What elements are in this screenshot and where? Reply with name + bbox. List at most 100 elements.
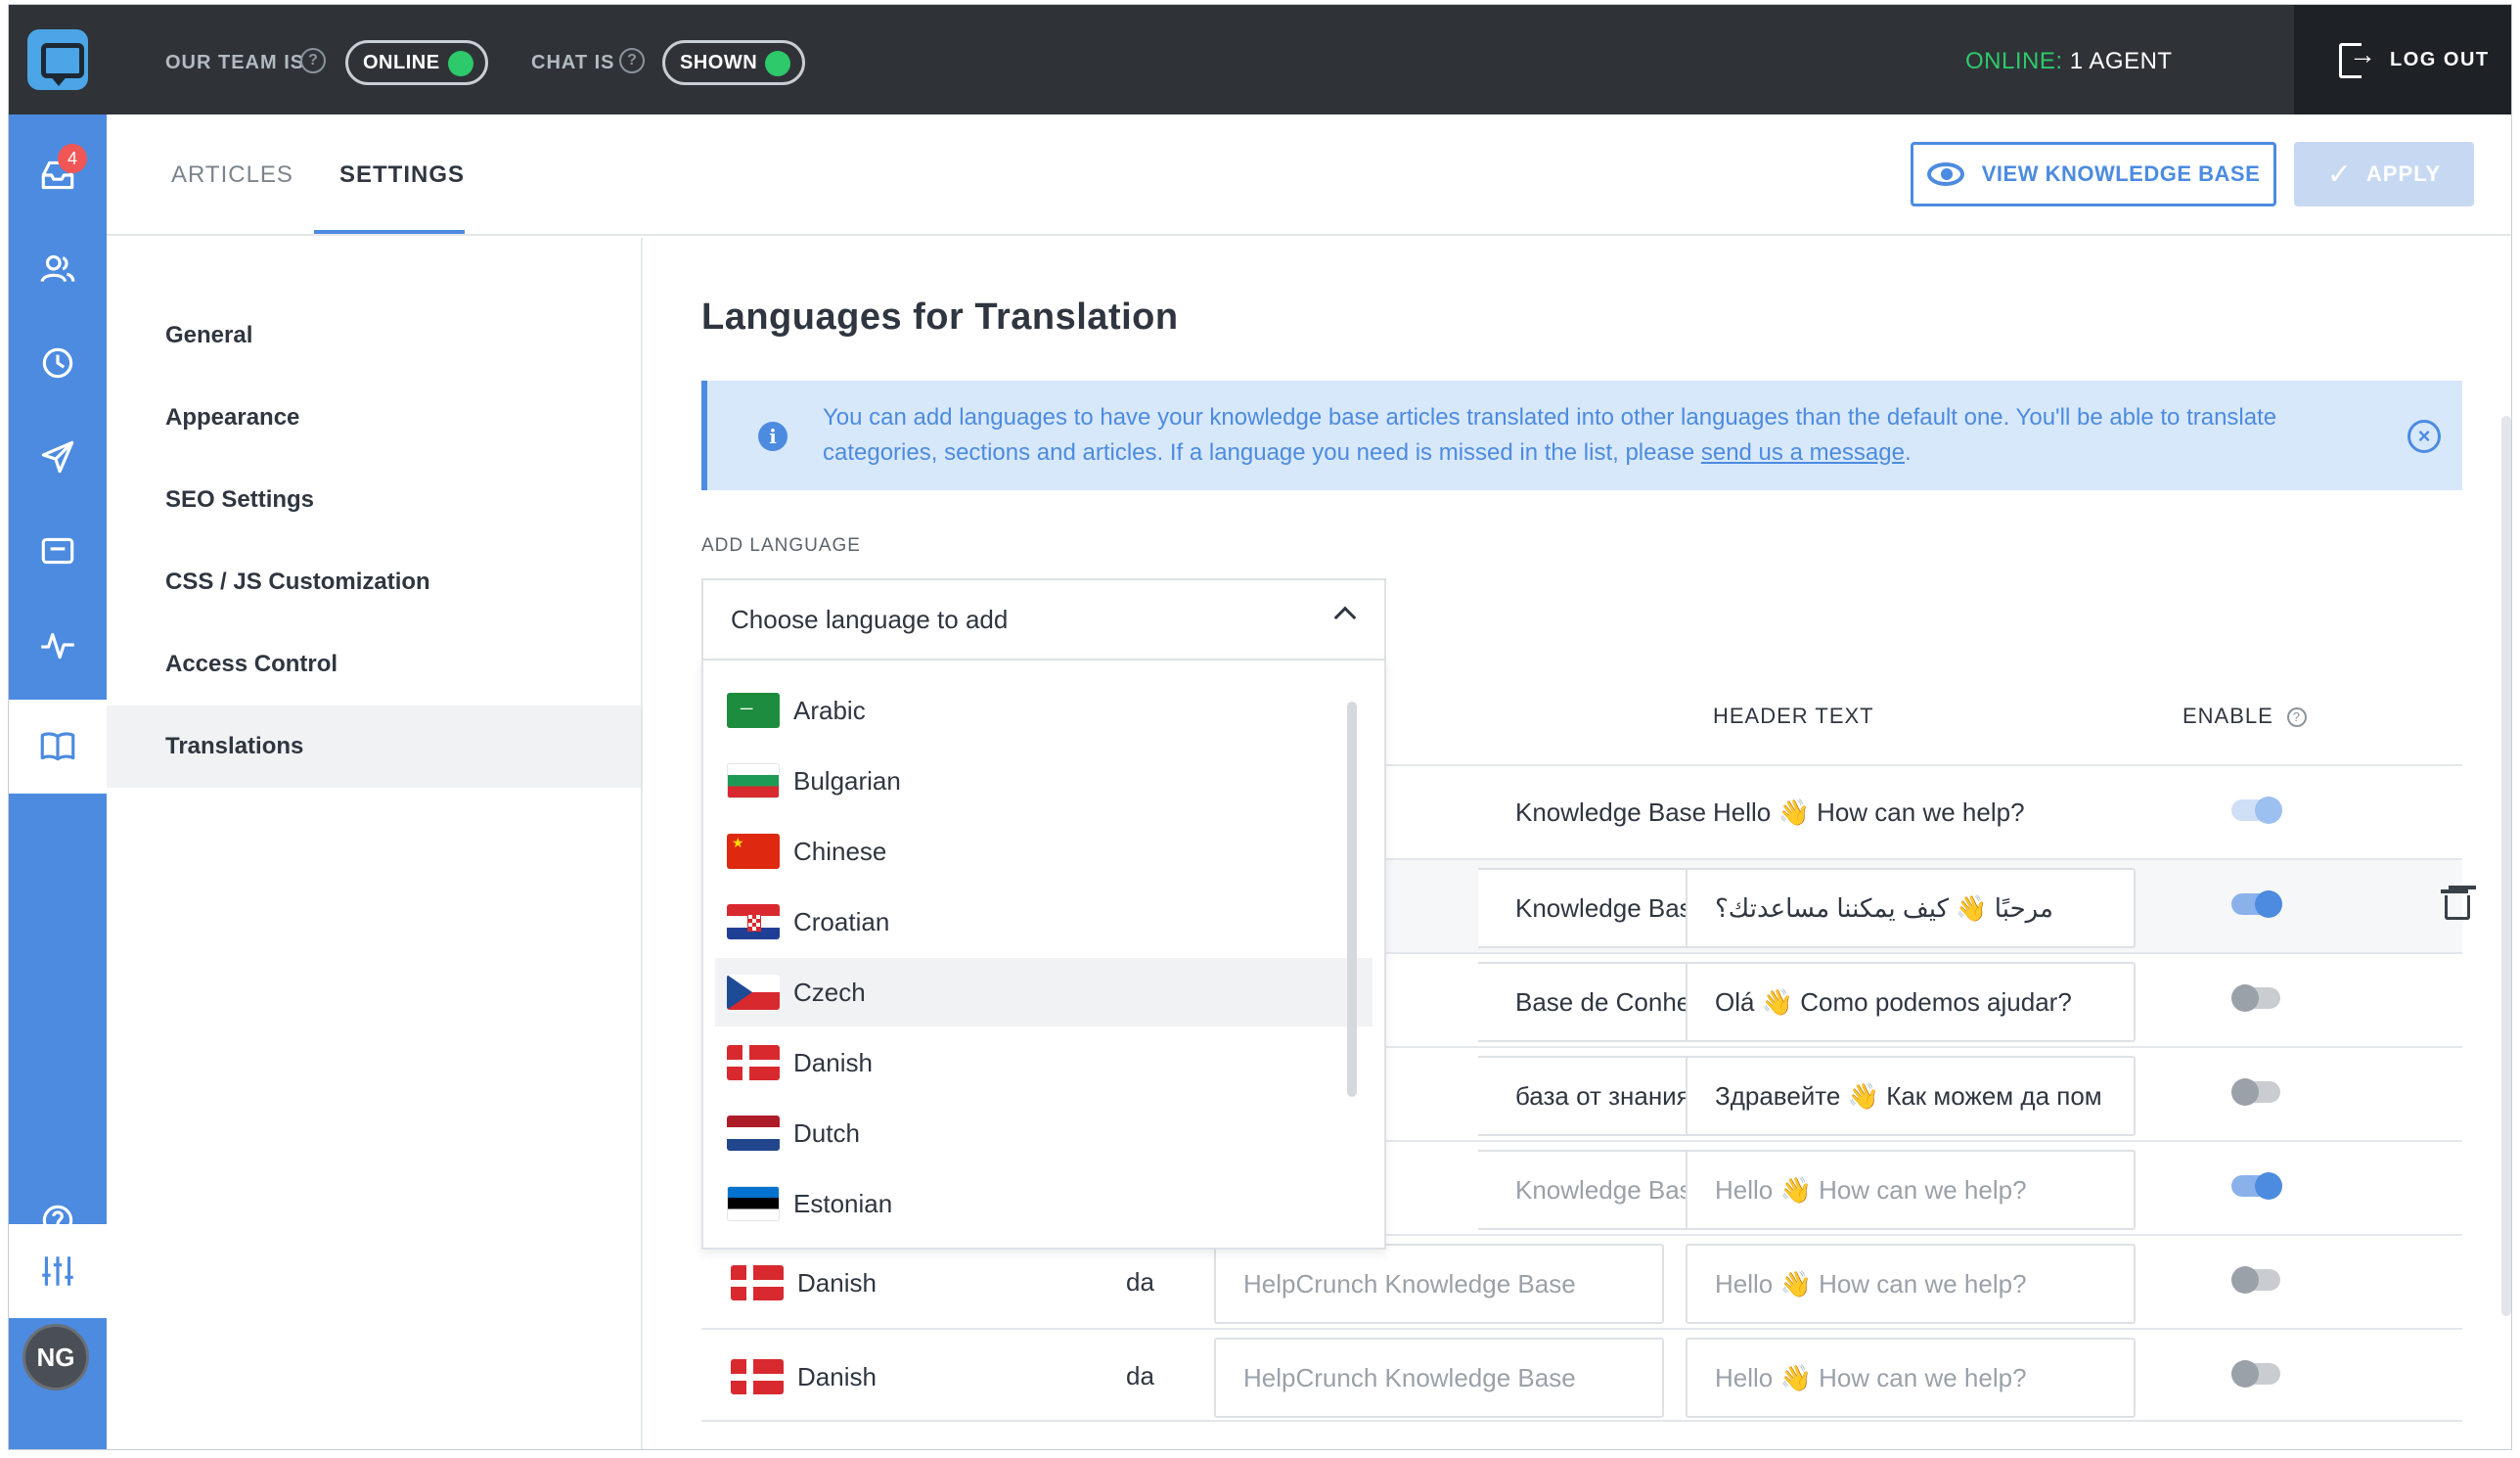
shown-dot-icon [765, 51, 791, 76]
option-arabic[interactable]: Arabic [715, 676, 1372, 745]
enable-toggle[interactable] [2231, 1360, 2280, 1388]
option-dutch[interactable]: Dutch [715, 1099, 1372, 1167]
option-label: Croatian [793, 906, 890, 936]
app-window: OUR TEAM IS ? ONLINE CHAT IS ? SHOWN ONL… [8, 4, 2512, 1450]
option-chinese[interactable]: Chinese [715, 817, 1372, 886]
option-estonian[interactable]: Estonian [715, 1169, 1372, 1238]
option-label: Danish [793, 1047, 873, 1077]
view-knowledge-base-button[interactable]: VIEW KNOWLEDGE BASE [1911, 142, 2276, 206]
apply-button[interactable]: ✓ APPLY [2294, 142, 2474, 206]
team-help-icon[interactable]: ? [300, 48, 326, 73]
chat-shown-toggle[interactable]: SHOWN [662, 40, 806, 85]
option-bulgarian[interactable]: Bulgarian [715, 747, 1372, 815]
header-text-input[interactable]: Hello 👋 How can we help? [1686, 1150, 2136, 1230]
czech-flag-icon [727, 975, 780, 1010]
header-text-input[interactable]: Здравейте 👋 Как можем да пом [1686, 1056, 2136, 1136]
header-text-value: Hello 👋 How can we help? [1713, 797, 2025, 827]
enable-toggle[interactable] [2231, 1172, 2282, 1200]
enable-column-label: ENABLE [2182, 704, 2273, 728]
nav-knowledge-base[interactable] [9, 700, 107, 794]
tab-articles[interactable]: ARTICLES [171, 161, 293, 189]
check-icon: ✓ [2326, 158, 2353, 191]
nav-widget[interactable] [9, 504, 107, 598]
nav-inbox[interactable]: 4 [9, 128, 107, 222]
avatar[interactable]: NG [22, 1324, 89, 1390]
clock-icon [42, 347, 73, 379]
settings-menu: General Appearance SEO Settings CSS / JS… [107, 238, 643, 1449]
settings-item-css-js[interactable]: CSS / JS Customization [107, 541, 641, 623]
nav-campaigns[interactable] [9, 410, 107, 504]
header-text-column: HEADER TEXT [1713, 704, 1874, 728]
kb-name-input[interactable]: Knowledge Base [1478, 868, 1691, 948]
info-text: You can add languages to have your knowl… [823, 400, 2310, 471]
kb-name-input[interactable]: база от знания [1478, 1056, 1691, 1136]
option-label: Arabic [793, 695, 866, 725]
book-icon [40, 732, 75, 761]
team-online-toggle[interactable]: ONLINE [345, 40, 488, 85]
logo[interactable] [9, 5, 107, 114]
chat-logo-icon [27, 29, 88, 90]
online-label: ONLINE: [1965, 48, 2063, 74]
chat-status-label: CHAT IS [531, 52, 615, 73]
language-code: da [1126, 1267, 1154, 1297]
chevron-up-icon [1333, 606, 1357, 629]
online-agents-count: ONLINE: 1 AGENT [1965, 48, 2173, 75]
option-label: Czech [793, 977, 866, 1007]
kb-name-input[interactable]: HelpCrunch Knowledge Base [1214, 1338, 1664, 1418]
dropdown-scrollbar[interactable] [1347, 702, 1357, 1097]
language-code: da [1126, 1361, 1154, 1390]
close-icon[interactable]: × [2408, 420, 2441, 453]
option-croatian[interactable]: Croatian [715, 888, 1372, 956]
settings-item-seo[interactable]: SEO Settings [107, 459, 641, 541]
croatian-flag-icon [727, 904, 780, 939]
enable-toggle[interactable] [2231, 984, 2280, 1012]
enable-help-icon[interactable]: ? [2286, 706, 2307, 727]
header-text-input[interactable]: مرحبًا 👋 كيف يمكننا مساعدتك؟ [1686, 868, 2136, 948]
enable-toggle[interactable] [2231, 1078, 2280, 1106]
nav-analytics[interactable] [9, 598, 107, 692]
sliders-icon [42, 1256, 73, 1286]
nav-settings[interactable] [9, 1224, 107, 1318]
danish-flag-icon [731, 1265, 784, 1300]
delete-icon[interactable] [2441, 888, 2470, 920]
translations-panel: Languages for Translation i You can add … [645, 238, 2511, 1449]
tab-settings[interactable]: SETTINGS [339, 161, 465, 189]
option-czech[interactable]: Czech [715, 958, 1372, 1026]
header-text-input[interactable]: Hello 👋 How can we help? [1686, 1244, 2136, 1324]
language-cell: Danish [731, 1265, 877, 1300]
page-title: Languages for Translation [701, 296, 1179, 338]
logout-button[interactable]: LOG OUT [2294, 5, 2511, 114]
enable-toggle[interactable] [2231, 890, 2282, 918]
enable-toggle[interactable] [2231, 1266, 2280, 1294]
team-status-value: ONLINE [363, 51, 440, 73]
kb-name-input[interactable]: HelpCrunch Knowledge Base [1214, 1244, 1664, 1324]
kb-tabs-header: ARTICLES SETTINGS VIEW KNOWLEDGE BASE ✓ … [107, 114, 2511, 236]
header-text-input[interactable]: Olá 👋 Como podemos ajudar? [1686, 962, 2136, 1042]
kb-name-input[interactable]: Base de Conhecimen [1478, 962, 1691, 1042]
enable-toggle[interactable] [2231, 797, 2282, 824]
chat-help-icon[interactable]: ? [619, 48, 645, 73]
header-text-input[interactable]: Hello 👋 How can we help? [1686, 1338, 2136, 1418]
option-danish[interactable]: Danish [715, 1028, 1372, 1097]
bulgarian-flag-icon [727, 763, 780, 798]
chat-status-value: SHOWN [680, 51, 758, 73]
chinese-flag-icon [727, 834, 780, 869]
option-label: Estonian [793, 1188, 893, 1218]
add-language-label: ADD LANGUAGE [701, 535, 861, 556]
info-body: You can add languages to have your knowl… [823, 404, 2277, 466]
info-icon: i [758, 422, 788, 451]
language-options-list: Arabic Bulgarian Chinese Croatian Czech … [701, 659, 1386, 1250]
nav-contacts[interactable] [9, 222, 107, 316]
kb-name-input[interactable]: Knowledge Base [1478, 1150, 1691, 1230]
settings-item-appearance[interactable]: Appearance [107, 377, 641, 459]
settings-item-translations[interactable]: Translations [107, 706, 641, 788]
apply-label: APPLY [2365, 161, 2442, 186]
settings-item-general[interactable]: General [107, 295, 641, 377]
estonian-flag-icon [727, 1186, 780, 1221]
top-bar: OUR TEAM IS ? ONLINE CHAT IS ? SHOWN ONL… [9, 5, 2511, 114]
settings-item-access-control[interactable]: Access Control [107, 623, 641, 706]
nav-history[interactable] [9, 316, 107, 410]
send-message-link[interactable]: send us a message [1701, 439, 1905, 466]
page-scrollbar[interactable] [2501, 416, 2511, 1316]
language-select[interactable]: Choose language to add [701, 578, 1386, 661]
